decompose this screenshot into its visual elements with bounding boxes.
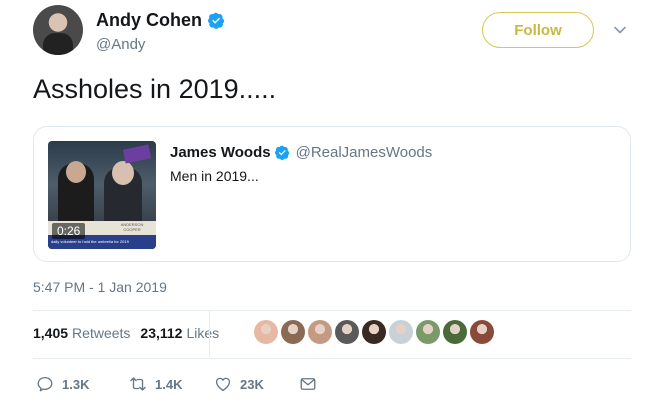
quoted-name-row: James Woods @RealJamesWoods (170, 144, 432, 161)
retweet-button[interactable]: 1.4K (129, 375, 214, 393)
heart-icon (215, 377, 231, 392)
thumbnail-figure (66, 161, 86, 183)
tweet-timestamp[interactable]: 5:47 PM - 1 Jan 2019 (33, 279, 167, 295)
tweet-text: Assholes in 2019..... (33, 74, 277, 104)
liker-avatar[interactable] (308, 320, 332, 344)
liker-avatar[interactable] (362, 320, 386, 344)
likes-count[interactable]: 23,112 (140, 325, 182, 341)
engagement-stats: 1,405 Retweets 23,112 Likes (33, 325, 229, 341)
author-avatar[interactable] (33, 5, 83, 55)
thumbnail-brand: ANDERSON COOPER (120, 222, 144, 232)
reply-count: 1.3K (62, 376, 90, 392)
like-count: 23K (240, 376, 264, 392)
quoted-display-name[interactable]: James Woods (170, 144, 271, 161)
liker-avatar[interactable] (335, 320, 359, 344)
author-display-name[interactable]: Andy Cohen (96, 10, 202, 31)
retweets-label[interactable]: Retweets (72, 325, 130, 341)
video-thumbnail[interactable]: ANDERSON COOPER daily volunteer to hold … (48, 141, 156, 249)
retweet-icon (130, 377, 146, 391)
liker-avatar[interactable] (443, 320, 467, 344)
liker-avatar[interactable] (416, 320, 440, 344)
author-handle[interactable]: @Andy (96, 36, 145, 53)
divider (209, 311, 210, 357)
quoted-tweet-card[interactable]: ANDERSON COOPER daily volunteer to hold … (33, 126, 631, 262)
likes-label[interactable]: Likes (186, 325, 219, 341)
quoted-tweet-text: Men in 2019... (170, 168, 259, 184)
author-name-row: Andy Cohen (96, 10, 225, 31)
action-bar: 1.3K 1.4K 23K (36, 375, 317, 393)
liker-avatar[interactable] (470, 320, 494, 344)
liker-avatar[interactable] (254, 320, 278, 344)
video-duration: 0:26 (52, 223, 86, 239)
liker-avatar[interactable] (389, 320, 413, 344)
thumbnail-figure (112, 161, 134, 185)
direct-message-button[interactable] (299, 375, 317, 393)
follow-button[interactable]: Follow (482, 12, 594, 48)
reply-icon (37, 376, 53, 392)
verified-badge-icon (274, 145, 289, 160)
liker-avatar[interactable] (281, 320, 305, 344)
envelope-icon (300, 378, 316, 390)
chevron-down-icon[interactable] (612, 22, 628, 38)
divider (33, 310, 631, 311)
thumbnail-figure (122, 144, 152, 164)
reply-button[interactable]: 1.3K (36, 375, 129, 393)
retweets-count[interactable]: 1,405 (33, 325, 68, 341)
quoted-handle[interactable]: @RealJamesWoods (296, 144, 433, 161)
like-button[interactable]: 23K (214, 375, 299, 393)
divider (33, 358, 631, 359)
retweet-count: 1.4K (155, 376, 183, 392)
liker-avatars[interactable] (254, 320, 494, 344)
verified-badge-icon (208, 12, 225, 29)
